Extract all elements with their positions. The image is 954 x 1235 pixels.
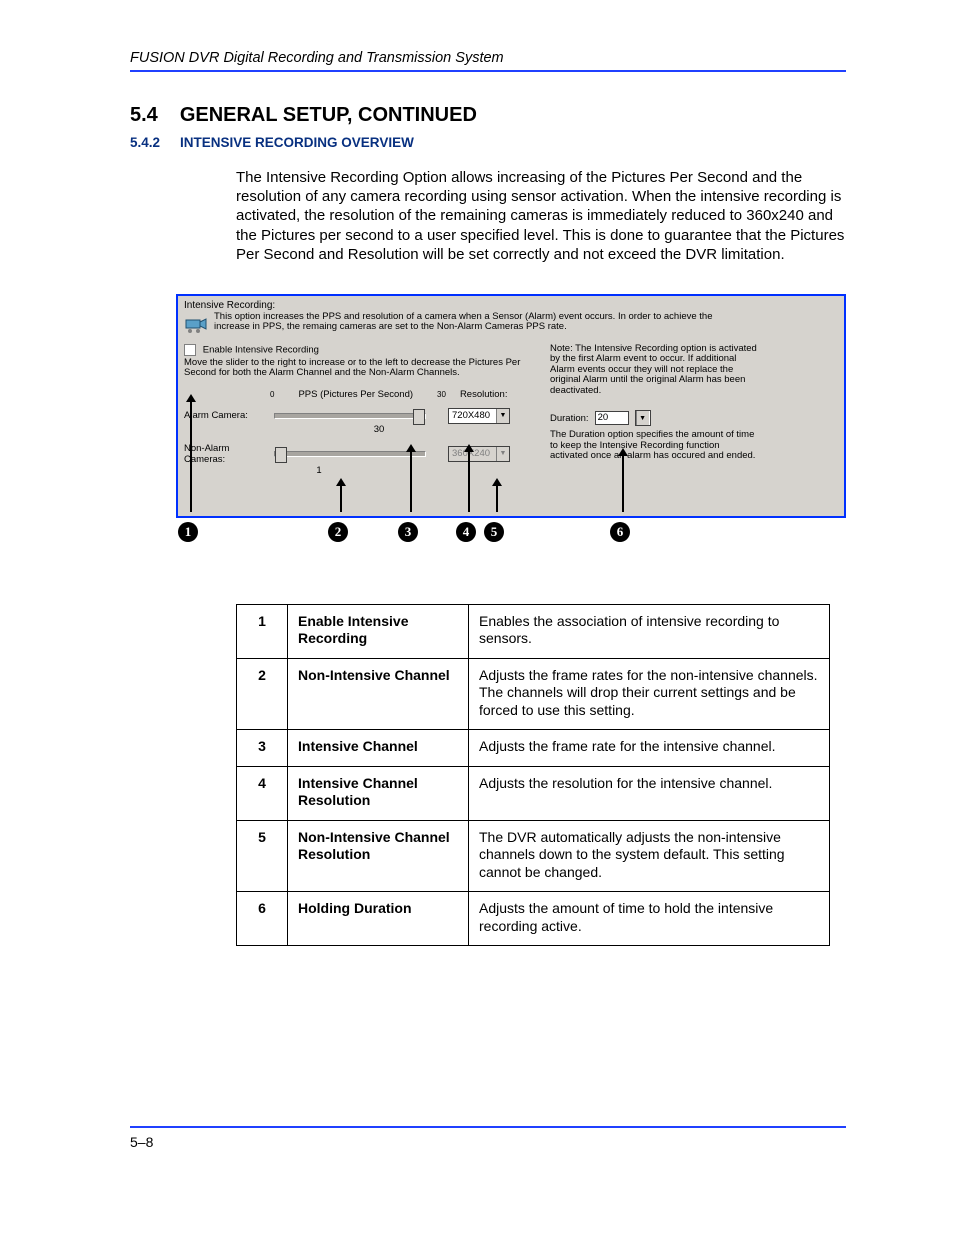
row4-name: Intensive Channel Resolution (288, 766, 469, 820)
section-number: 5.4 (130, 104, 158, 126)
alarm-resolution-value: 720X480 (452, 410, 496, 421)
table-row: 3 Intensive Channel Adjusts the frame ra… (237, 730, 830, 767)
slider-instruction: Move the slider to the right to increase… (184, 358, 532, 379)
page-number: 5–8 (130, 1134, 153, 1150)
pps-label: PPS (Pictures Per Second) (298, 389, 413, 400)
chevron-down-icon: ▼ (496, 409, 509, 423)
pps-min: 0 (270, 390, 274, 399)
row3-name: Intensive Channel (288, 730, 469, 767)
legend-table: 1 Enable Intensive Recording Enables the… (236, 604, 830, 947)
row6-num: 6 (237, 892, 288, 946)
row1-num: 1 (237, 604, 288, 658)
callout-arrows (178, 466, 844, 512)
row6-name: Holding Duration (288, 892, 469, 946)
alarm-resolution-combo[interactable]: 720X480 ▼ (448, 408, 510, 424)
page-footer: 5–8 (130, 1126, 846, 1150)
section-title-text: GENERAL SETUP, CONTINUED (180, 104, 477, 126)
subsection-title-text: INTENSIVE RECORDING OVERVIEW (180, 135, 414, 150)
row5-desc: The DVR automatically adjusts the non-in… (469, 820, 830, 892)
row2-desc: Adjusts the frame rates for the non-inte… (469, 658, 830, 730)
duration-spinner[interactable]: ▼ (635, 410, 651, 426)
callout-5: 5 (484, 522, 504, 542)
callout-1: 1 (178, 522, 198, 542)
row2-num: 2 (237, 658, 288, 730)
chevron-down-icon: ▼ (636, 411, 649, 425)
pps-max: 30 (437, 390, 446, 399)
row3-num: 3 (237, 730, 288, 767)
alarm-slider[interactable] (274, 413, 426, 419)
row5-num: 5 (237, 820, 288, 892)
alarm-slider-value: 30 (254, 424, 504, 435)
row1-desc: Enables the association of intensive rec… (469, 604, 830, 658)
chevron-down-icon: ▼ (496, 447, 509, 461)
callout-3: 3 (398, 522, 418, 542)
duration-help: The Duration option specifies the amount… (550, 430, 760, 461)
nonalarm-resolution-combo: 360X240 ▼ (448, 446, 510, 462)
table-row: 6 Holding Duration Adjusts the amount of… (237, 892, 830, 946)
callout-row: 1 2 3 4 5 6 (176, 522, 846, 548)
callout-2: 2 (328, 522, 348, 542)
enable-checkbox[interactable] (184, 344, 196, 356)
resolution-label: Resolution: (460, 389, 508, 400)
row4-desc: Adjusts the resolution for the intensive… (469, 766, 830, 820)
duration-label: Duration: (550, 413, 589, 424)
row3-desc: Adjusts the frame rate for the intensive… (469, 730, 830, 767)
table-row: 4 Intensive Channel Resolution Adjusts t… (237, 766, 830, 820)
camera-icon (184, 314, 208, 334)
header-rule (130, 70, 846, 72)
nonalarm-label: Non-Alarm Cameras: (184, 443, 270, 465)
enable-label: Enable Intensive Recording (203, 345, 319, 356)
subsection-number: 5.4.2 (130, 135, 160, 150)
row5-name: Non-Intensive Channel Resolution (288, 820, 469, 892)
nonalarm-resolution-value: 360X240 (452, 448, 496, 459)
row2-name: Non-Intensive Channel (288, 658, 469, 730)
note-text: Note: The Intensive Recording option is … (550, 344, 760, 396)
section-title: 5.4 GENERAL SETUP, CONTINUED (130, 104, 846, 127)
running-head: FUSION DVR Digital Recording and Transmi… (130, 50, 846, 66)
alarm-camera-label: Alarm Camera: (184, 410, 270, 421)
table-row: 2 Non-Intensive Channel Adjusts the fram… (237, 658, 830, 730)
callout-6: 6 (610, 522, 630, 542)
settings-screenshot: Intensive Recording: This option increas… (176, 294, 846, 518)
callout-4: 4 (456, 522, 476, 542)
table-row: 5 Non-Intensive Channel Resolution The D… (237, 820, 830, 892)
subsection-title: 5.4.2 INTENSIVE RECORDING OVERVIEW (130, 135, 846, 150)
nonalarm-slider[interactable] (274, 451, 426, 457)
row4-num: 4 (237, 766, 288, 820)
intro-text: This option increases the PPS and resolu… (214, 312, 734, 333)
row6-desc: Adjusts the amount of time to hold the i… (469, 892, 830, 946)
table-row: 1 Enable Intensive Recording Enables the… (237, 604, 830, 658)
body-paragraph: The Intensive Recording Option allows in… (236, 168, 846, 264)
duration-input[interactable]: 20 (595, 411, 629, 425)
groupbox-title: Intensive Recording: (184, 300, 838, 311)
row1-name: Enable Intensive Recording (288, 604, 469, 658)
